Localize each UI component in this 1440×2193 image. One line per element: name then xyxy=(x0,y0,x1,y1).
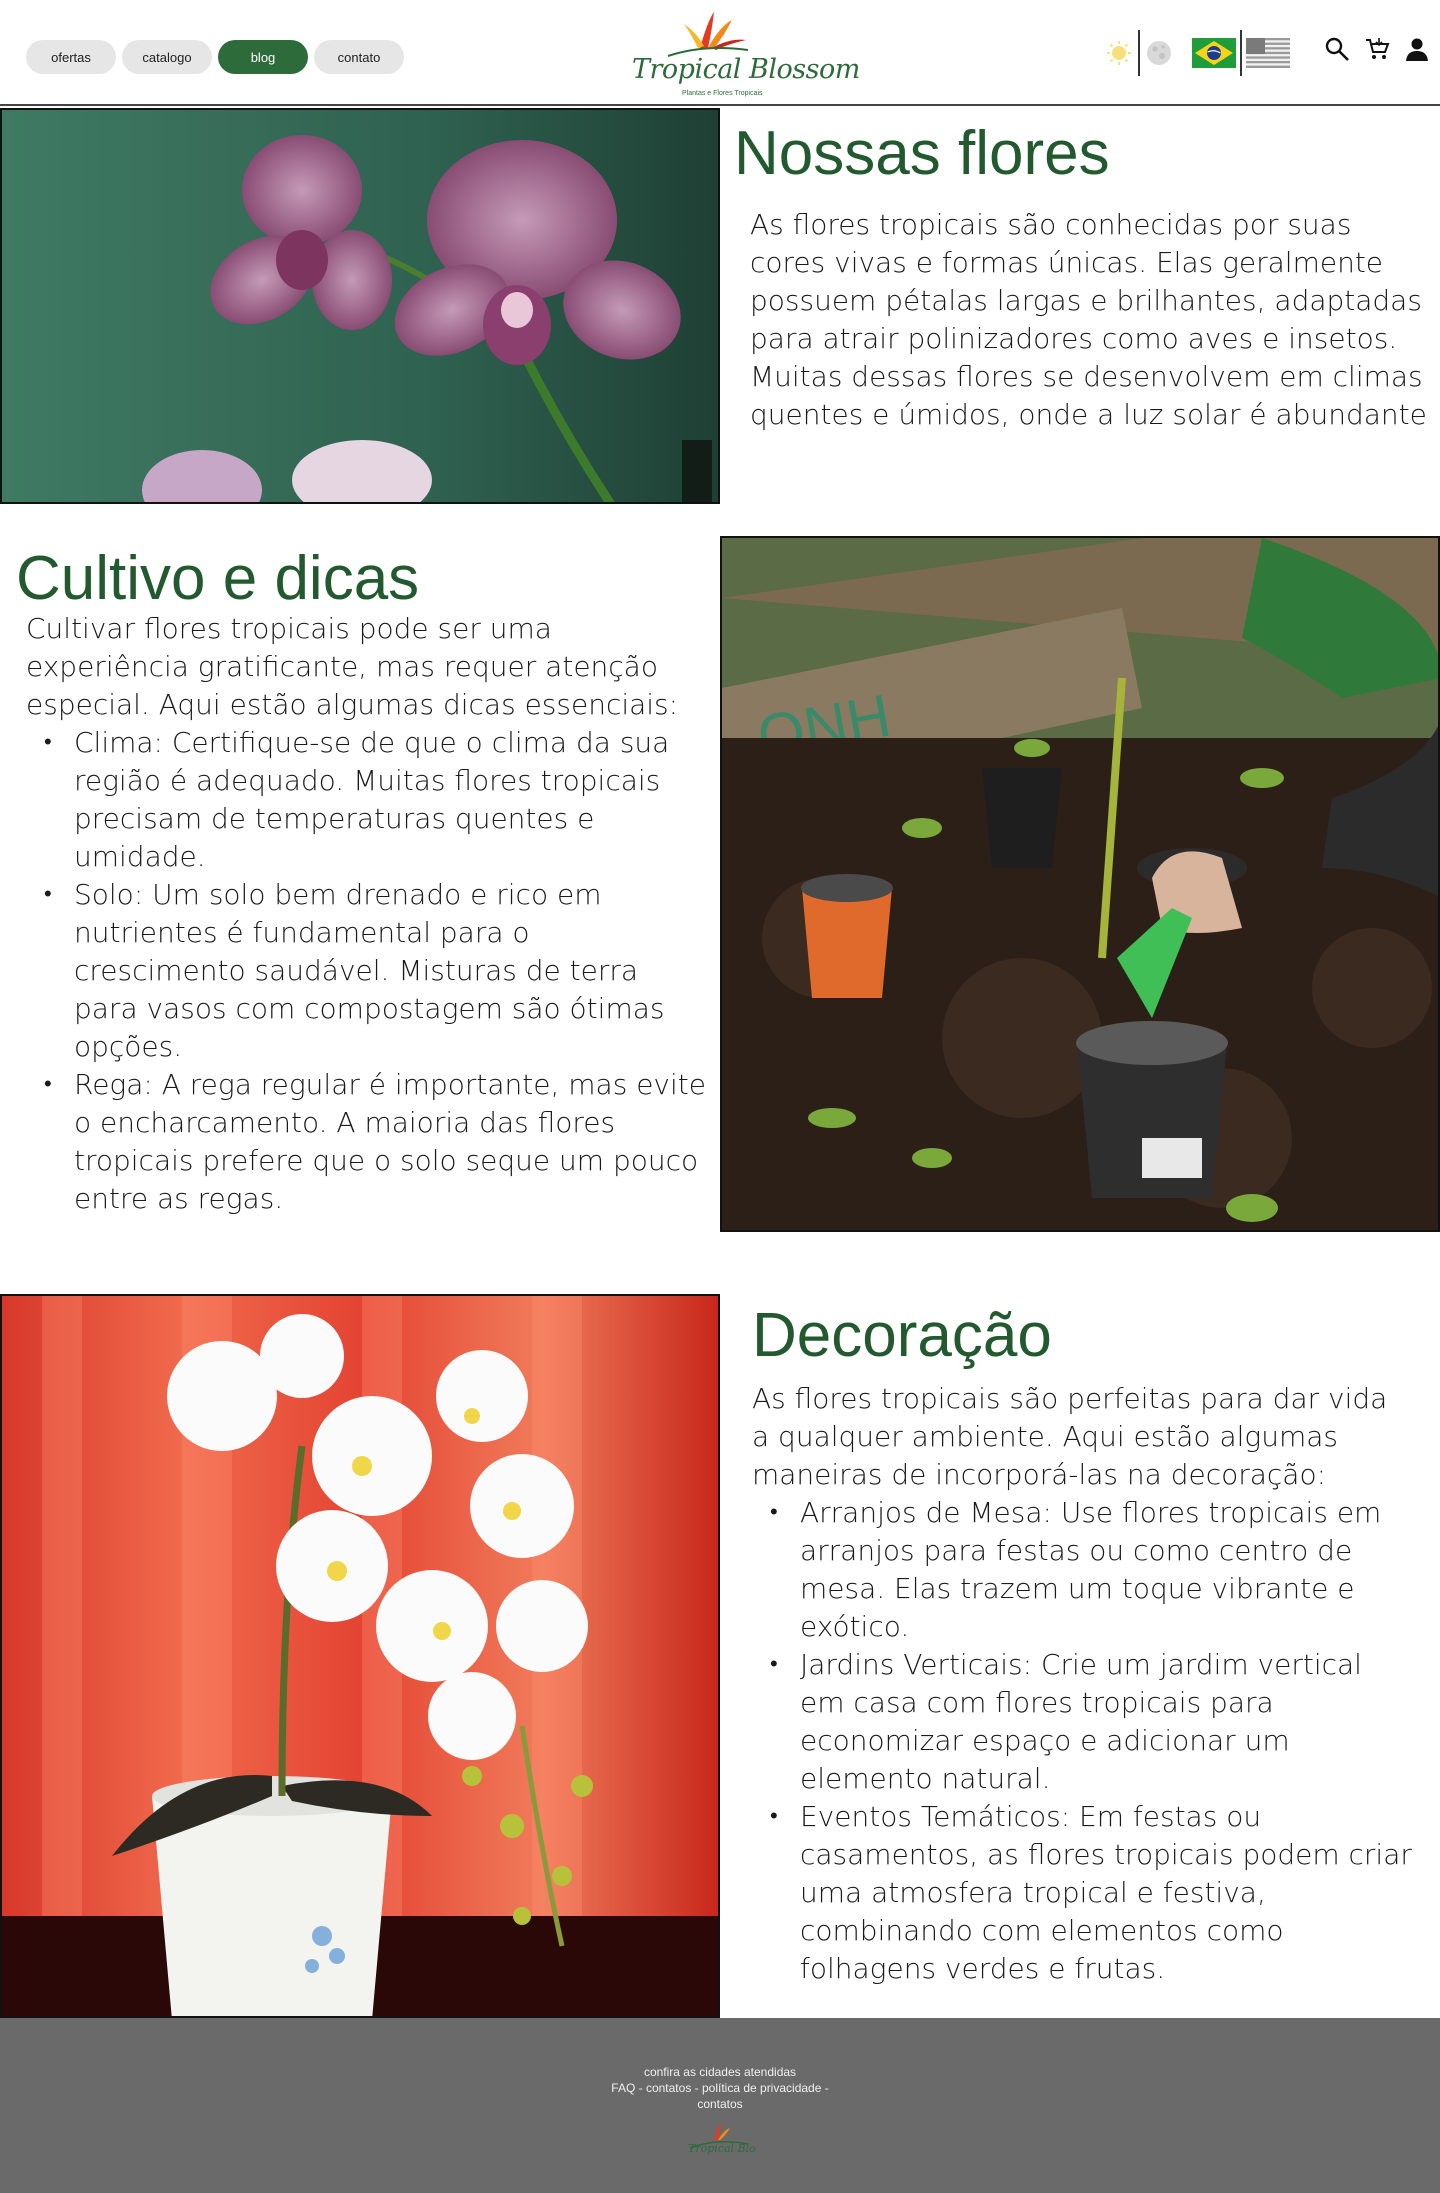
cart-icon[interactable] xyxy=(1362,34,1392,64)
section-title-nossas-flores: Nossas flores xyxy=(734,119,1110,188)
usa-flag-icon[interactable] xyxy=(1246,38,1290,68)
footer-nav-links[interactable]: FAQ - contatos - política de privacidade… xyxy=(600,2080,840,2112)
site-footer: confira as cidades atendidas FAQ - conta… xyxy=(0,2018,1440,2193)
orchid-purple-image xyxy=(0,108,720,504)
decoracao-intro: As flores tropicais são perfeitas para d… xyxy=(752,1382,1388,1491)
cultivo-content: Cultivar flores tropicais pode ser uma e… xyxy=(26,610,706,1218)
main-nav: ofertas catalogo blog contato xyxy=(26,40,404,74)
footer-cities-link[interactable]: confira as cidades atendidas xyxy=(600,2064,840,2080)
list-item: Jardins Verticais: Crie um jardim vertic… xyxy=(752,1646,1412,1798)
footer-logo-icon[interactable]: Tropical Blossom xyxy=(686,2122,756,2162)
decoracao-ideas-list: Arranjos de Mesa: Use flores tropicais e… xyxy=(752,1494,1412,1988)
section-title-cultivo: Cultivo e dicas xyxy=(16,544,420,613)
list-item: Rega: A rega regular é importante, mas e… xyxy=(26,1066,706,1218)
cultivo-intro: Cultivar flores tropicais pode ser uma e… xyxy=(26,612,679,721)
nav-ofertas[interactable]: ofertas xyxy=(26,40,116,74)
brazil-flag-icon[interactable] xyxy=(1192,38,1236,68)
logo[interactable]: Tropical Blossom Plantas e Flores Tropic… xyxy=(628,10,860,102)
decoracao-content: As flores tropicais são perfeitas para d… xyxy=(752,1380,1412,1988)
section-title-decoracao: Decoração xyxy=(752,1301,1052,1370)
svg-text:Tropical Blossom: Tropical Blossom xyxy=(688,2142,756,2155)
sun-icon[interactable] xyxy=(1104,31,1134,75)
nossas-flores-paragraph: As flores tropicais são conhecidas por s… xyxy=(750,206,1430,434)
nav-contato[interactable]: contato xyxy=(314,40,404,74)
divider xyxy=(1138,30,1140,76)
logo-text: Tropical Blossom xyxy=(632,54,860,85)
moon-icon[interactable] xyxy=(1144,31,1174,75)
paragraph-text: As flores tropicais são conhecidas por s… xyxy=(750,208,1427,431)
header-actions xyxy=(1322,34,1432,64)
theme-toggle xyxy=(1104,30,1174,76)
cultivo-tips-list: Clima: Certifique-se de que o clima da s… xyxy=(26,724,706,1218)
list-item: Eventos Temáticos: Em festas ou casament… xyxy=(752,1798,1412,1988)
list-item: Clima: Certifique-se de que o clima da s… xyxy=(26,724,706,876)
search-icon[interactable] xyxy=(1322,34,1352,64)
nav-blog[interactable]: blog xyxy=(218,40,308,74)
user-icon[interactable] xyxy=(1402,34,1432,64)
divider xyxy=(1240,30,1242,76)
white-orchid-decor-image xyxy=(0,1294,720,2018)
list-item: Solo: Um solo bem drenado e rico em nutr… xyxy=(26,876,706,1066)
site-header: ofertas catalogo blog contato Tropical B… xyxy=(0,0,1440,106)
logo-subtitle: Plantas e Flores Tropicais xyxy=(682,90,763,97)
nav-catalogo[interactable]: catalogo xyxy=(122,40,212,74)
language-selector xyxy=(1192,30,1290,76)
footer-links: confira as cidades atendidas FAQ - conta… xyxy=(0,2064,1440,2112)
list-item: Arranjos de Mesa: Use flores tropicais e… xyxy=(752,1494,1412,1646)
gardening-planting-image: ONH xyxy=(720,536,1440,1232)
